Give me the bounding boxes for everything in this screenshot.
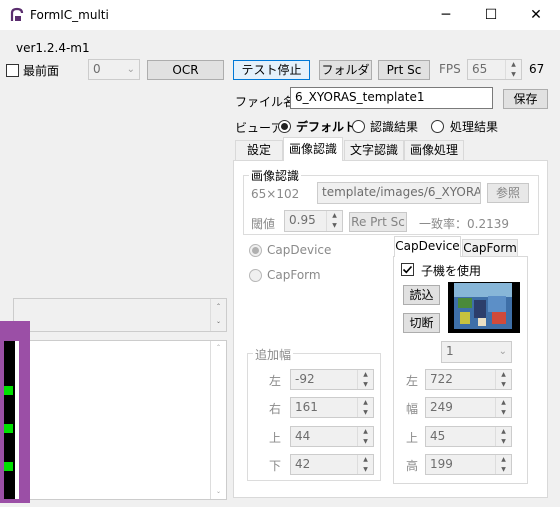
- capdevice-width-spinner[interactable]: ▲ ▼: [495, 398, 511, 417]
- extra-left-label: 左: [269, 374, 282, 388]
- ocr-button[interactable]: OCR: [147, 60, 224, 80]
- image-recognition-group-title: 画像認識: [249, 167, 302, 184]
- capdevice-height-spinner[interactable]: ▲ ▼: [495, 455, 511, 474]
- template-size-label: 65×102: [251, 187, 300, 201]
- fps-spinner[interactable]: ▲ ▼: [505, 60, 521, 79]
- capdevice-left-input[interactable]: 722 ▲ ▼: [425, 369, 512, 390]
- extra-right-input[interactable]: 161 ▲ ▼: [290, 397, 374, 418]
- filename-input[interactable]: 6_XYORAS_template1: [290, 87, 493, 109]
- extra-bottom-label: 下: [269, 459, 282, 473]
- load-button[interactable]: 読込: [403, 285, 440, 305]
- device-index-select[interactable]: 0 ⌄: [88, 59, 140, 80]
- source-capdevice-label: CapDevice: [267, 243, 332, 257]
- tab-text-recognition[interactable]: 文字認識: [344, 140, 404, 160]
- extra-right-label: 右: [269, 402, 282, 416]
- disconnect-button[interactable]: 切断: [403, 313, 440, 333]
- chevron-down-icon: ⌄: [126, 64, 135, 75]
- indicator-marker: [4, 462, 13, 471]
- threshold-label: 閾値: [251, 217, 276, 231]
- minimize-icon: ─: [441, 7, 451, 23]
- source-capform-label: CapForm: [267, 268, 321, 282]
- fps-label: FPS: [439, 62, 461, 76]
- status-textbox[interactable]: ⌃ ⌄: [13, 298, 227, 332]
- viewer-result-radio[interactable]: [352, 120, 365, 133]
- close-button[interactable]: ✕: [513, 4, 559, 26]
- topmost-checkbox[interactable]: [6, 64, 19, 77]
- fps-actual-value: 67: [529, 62, 545, 76]
- window-title: FormIC_multi: [30, 8, 109, 22]
- capdevice-width-label: 幅: [406, 402, 419, 416]
- folder-button[interactable]: フォルダ: [319, 60, 372, 80]
- version-label: ver1.2.4-m1: [16, 41, 90, 55]
- source-capdevice-radio[interactable]: [249, 244, 262, 257]
- close-icon: ✕: [530, 7, 542, 23]
- extra-top-input[interactable]: 44 ▲ ▼: [290, 426, 374, 447]
- extra-left-input[interactable]: -92 ▲ ▼: [290, 369, 374, 390]
- maximize-icon: ☐: [484, 7, 498, 23]
- viewer-processed-label: 処理結果: [450, 120, 499, 134]
- viewer-default-radio[interactable]: [278, 120, 291, 133]
- use-child-label: 子機を使用: [421, 264, 482, 278]
- extra-left-spinner[interactable]: ▲ ▼: [357, 370, 373, 389]
- use-child-checkbox[interactable]: [401, 263, 414, 276]
- extra-bottom-input[interactable]: 42 ▲ ▼: [290, 454, 374, 475]
- viewer-processed-radio[interactable]: [431, 120, 444, 133]
- extra-bottom-spinner[interactable]: ▲ ▼: [357, 455, 373, 474]
- indicator-strip: [4, 341, 15, 499]
- fps-input[interactable]: 65 ▲ ▼: [467, 59, 522, 80]
- prtsc-button[interactable]: Prt Sc: [378, 60, 430, 80]
- game-scene-preview: [448, 282, 520, 333]
- app-logo-icon: [9, 7, 25, 23]
- child-device-select[interactable]: 1 ⌄: [441, 341, 512, 363]
- chevron-down-icon: ⌄: [498, 346, 507, 357]
- tab-image-recognition[interactable]: 画像認識: [283, 137, 343, 161]
- capdevice-height-input[interactable]: 199 ▲ ▼: [425, 454, 512, 475]
- indicator-marker: [4, 424, 13, 433]
- template-path-input[interactable]: template/images/6_XYORAS/6: [317, 182, 481, 204]
- extra-top-label: 上: [269, 431, 282, 445]
- status-scroll[interactable]: ⌃ ⌄: [210, 299, 226, 331]
- capdevice-top-input[interactable]: 45 ▲ ▼: [425, 426, 512, 447]
- capdevice-top-spinner[interactable]: ▲ ▼: [495, 427, 511, 446]
- extra-width-group-title: 追加幅: [253, 346, 294, 363]
- viewer-default-label: デフォルト: [296, 120, 357, 134]
- log-textbox[interactable]: ⌃ ⌄: [13, 340, 227, 500]
- topmost-label: 最前面: [23, 64, 60, 78]
- capdevice-height-label: 高: [406, 459, 419, 473]
- re-prtsc-button[interactable]: Re Prt Sc: [349, 212, 407, 232]
- capdevice-top-label: 上: [406, 431, 419, 445]
- match-rate-label: 一致率：0.2139: [419, 217, 509, 231]
- extra-right-spinner[interactable]: ▲ ▼: [357, 398, 373, 417]
- capture-preview: [448, 282, 520, 333]
- maximize-button[interactable]: ☐: [468, 4, 514, 26]
- viewer-result-label: 認識結果: [370, 120, 419, 134]
- tab-image-processing[interactable]: 画像処理: [404, 140, 464, 160]
- source-capform-radio[interactable]: [249, 269, 262, 282]
- tab-capform[interactable]: CapForm: [462, 239, 518, 257]
- check-icon: [402, 265, 413, 274]
- browse-button[interactable]: 参照: [487, 183, 529, 203]
- filename-label: ファイル名: [235, 95, 296, 109]
- capdevice-left-label: 左: [406, 374, 419, 388]
- minimize-button[interactable]: ─: [423, 4, 469, 26]
- test-stop-button[interactable]: テスト停止: [233, 60, 310, 80]
- tab-settings[interactable]: 設定: [235, 140, 283, 160]
- save-button[interactable]: 保存: [503, 89, 548, 109]
- tab-capdevice[interactable]: CapDevice: [394, 236, 461, 257]
- indicator-marker: [4, 386, 13, 395]
- title-bar[interactable]: FormIC_multi ─ ☐ ✕: [0, 0, 560, 30]
- threshold-input[interactable]: 0.95 ▲ ▼: [284, 210, 343, 232]
- capdevice-width-input[interactable]: 249 ▲ ▼: [425, 397, 512, 418]
- log-scrollbar[interactable]: ⌃ ⌄: [210, 341, 226, 499]
- viewer-label: ビューア: [235, 121, 283, 135]
- capdevice-left-spinner[interactable]: ▲ ▼: [495, 370, 511, 389]
- threshold-spinner[interactable]: ▲ ▼: [326, 211, 342, 231]
- extra-top-spinner[interactable]: ▲ ▼: [357, 427, 373, 446]
- highlighted-region: [0, 321, 30, 503]
